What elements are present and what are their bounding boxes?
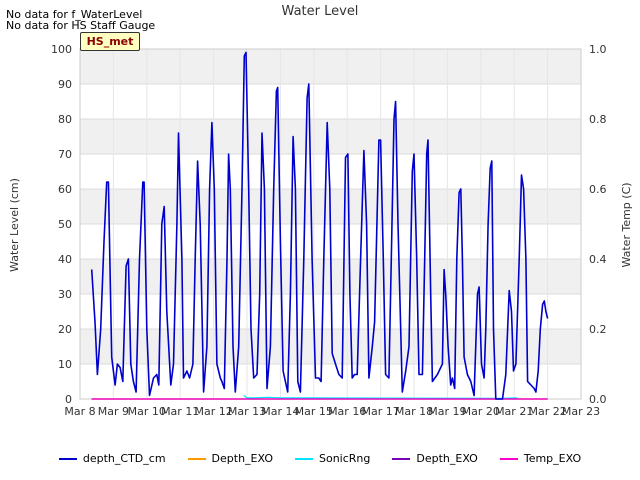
y2-tick-label: 1.0	[589, 43, 607, 56]
background-band	[80, 84, 581, 119]
y-tick-label: 20	[58, 323, 72, 336]
legend: depth_CTD_cm Depth_EXO SonicRng Depth_EXO Te…	[0, 452, 640, 465]
legend-label: Temp_EXO	[523, 452, 582, 465]
y2-tick-label: 0.8	[589, 113, 607, 126]
legend-label: Depth_EXO	[416, 452, 478, 465]
no-data-note-staff-gauge: No data for HS Staff Gauge	[6, 19, 156, 32]
y-tick-label: 30	[58, 288, 72, 301]
x-tick-label: Mar 8	[64, 405, 95, 418]
water-level-chart: 01020304050607080901000.00.20.40.60.81.0…	[8, 4, 633, 418]
background-band	[80, 154, 581, 189]
site-badge: HS_met	[80, 32, 140, 51]
chart-title: Water Level	[282, 4, 359, 19]
y-tick-label: 60	[58, 183, 72, 196]
legend-label: Depth_EXO	[211, 452, 273, 465]
background-band	[80, 49, 581, 84]
legend-item: SonicRng	[295, 452, 370, 465]
legend-swatch	[187, 457, 206, 460]
legend-swatch	[295, 457, 313, 460]
legend-item: Depth_EXO	[187, 452, 273, 465]
y2-tick-label: 0.4	[589, 253, 607, 266]
y2-axis-label: Water Temp (C)	[620, 182, 633, 267]
y2-tick-label: 0.6	[589, 183, 607, 196]
y-tick-label: 40	[58, 253, 72, 266]
background-band	[80, 294, 581, 329]
legend-swatch	[392, 457, 411, 460]
y-tick-label: 70	[58, 148, 72, 161]
y-tick-label: 50	[58, 218, 72, 231]
y2-tick-label: 0.2	[589, 323, 607, 336]
x-tick-label: Mar 23	[562, 405, 600, 418]
legend-label: depth_CTD_cm	[82, 452, 166, 465]
background-band	[80, 119, 581, 154]
legend-swatch	[499, 457, 518, 460]
legend-item: depth_CTD_cm	[58, 452, 166, 465]
y-tick-label: 100	[51, 43, 72, 56]
y-tick-label: 80	[58, 113, 72, 126]
legend-swatch	[58, 457, 77, 460]
y-tick-label: 10	[58, 358, 72, 371]
y-axis-label: Water Level (cm)	[8, 178, 21, 272]
legend-item: Depth_EXO	[392, 452, 478, 465]
legend-label: SonicRng	[319, 452, 371, 465]
x-tick-label: Mar 9	[98, 405, 129, 418]
y-tick-label: 90	[58, 78, 72, 91]
legend-item: Temp_EXO	[499, 452, 582, 465]
